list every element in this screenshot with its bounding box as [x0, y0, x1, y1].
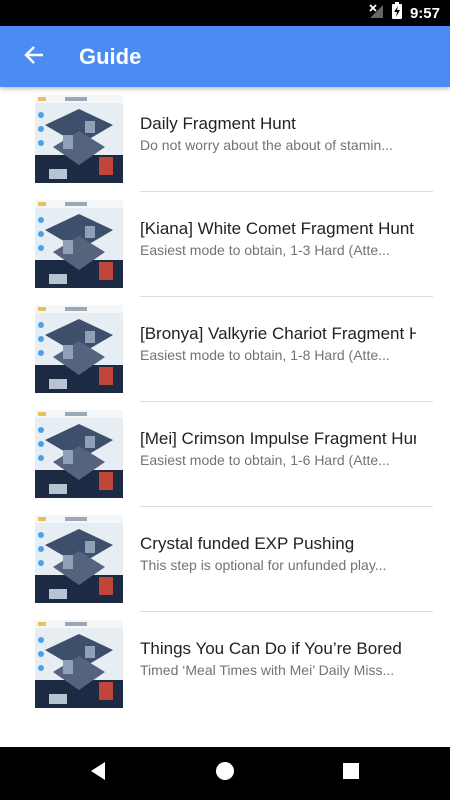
battery-icon	[391, 2, 402, 24]
status-icons: 9:57	[368, 0, 440, 26]
guide-list: Daily Fragment Hunt Do not worry about t…	[0, 87, 450, 747]
item-subtitle: Easiest mode to obtain, 1-6 Hard (Atte..…	[140, 452, 390, 468]
guide-thumbnail	[35, 620, 123, 708]
list-item[interactable]: Things You Can Do if You’re Bored Timed …	[0, 612, 450, 717]
item-subtitle: Easiest mode to obtain, 1-3 Hard (Atte..…	[140, 242, 390, 258]
item-title: [Bronya] Valkyrie Chariot Fragment Hunt	[140, 324, 416, 343]
nav-back-icon	[89, 761, 107, 786]
item-subtitle: Timed ‘Meal Times with Mei’ Daily Miss..…	[140, 662, 395, 678]
guide-thumbnail	[35, 515, 123, 603]
arrow-back-icon	[23, 44, 45, 71]
guide-thumbnail	[35, 305, 123, 393]
item-title: Things You Can Do if You’re Bored	[140, 639, 402, 658]
status-time: 9:57	[409, 4, 440, 22]
guide-thumbnail	[35, 95, 123, 183]
list-item[interactable]: [Mei] Crimson Impulse Fragment Hunt Easi…	[0, 402, 450, 507]
guide-thumbnail	[35, 410, 123, 498]
app-bar: Guide	[0, 26, 450, 87]
item-subtitle: This step is optional for unfunded play.…	[140, 557, 387, 573]
list-item[interactable]: Crystal funded EXP Pushing This step is …	[0, 507, 450, 612]
recents-icon	[342, 762, 360, 785]
nav-home-button[interactable]	[195, 747, 255, 800]
list-item[interactable]: [Bronya] Valkyrie Chariot Fragment Hunt …	[0, 297, 450, 402]
page-title: Guide	[79, 44, 142, 69]
item-subtitle: Easiest mode to obtain, 1-8 Hard (Atte..…	[140, 347, 390, 363]
home-icon	[215, 761, 235, 786]
item-title: [Kiana] White Comet Fragment Hunt	[140, 219, 415, 238]
back-button[interactable]	[16, 40, 52, 74]
item-title: [Mei] Crimson Impulse Fragment Hunt	[140, 429, 416, 448]
nav-recents-button[interactable]	[321, 747, 381, 800]
nav-back-button[interactable]	[68, 747, 128, 800]
guide-thumbnail	[35, 200, 123, 288]
item-title: Crystal funded EXP Pushing	[140, 534, 355, 553]
list-item[interactable]: [Kiana] White Comet Fragment Hunt Easies…	[0, 192, 450, 297]
status-bar: 9:57	[0, 0, 450, 26]
no-signal-icon	[368, 3, 384, 24]
item-subtitle: Do not worry about the about of stamin..…	[140, 137, 393, 153]
list-item[interactable]: Daily Fragment Hunt Do not worry about t…	[0, 87, 450, 192]
navigation-bar	[0, 747, 450, 800]
item-title: Daily Fragment Hunt	[140, 114, 296, 133]
